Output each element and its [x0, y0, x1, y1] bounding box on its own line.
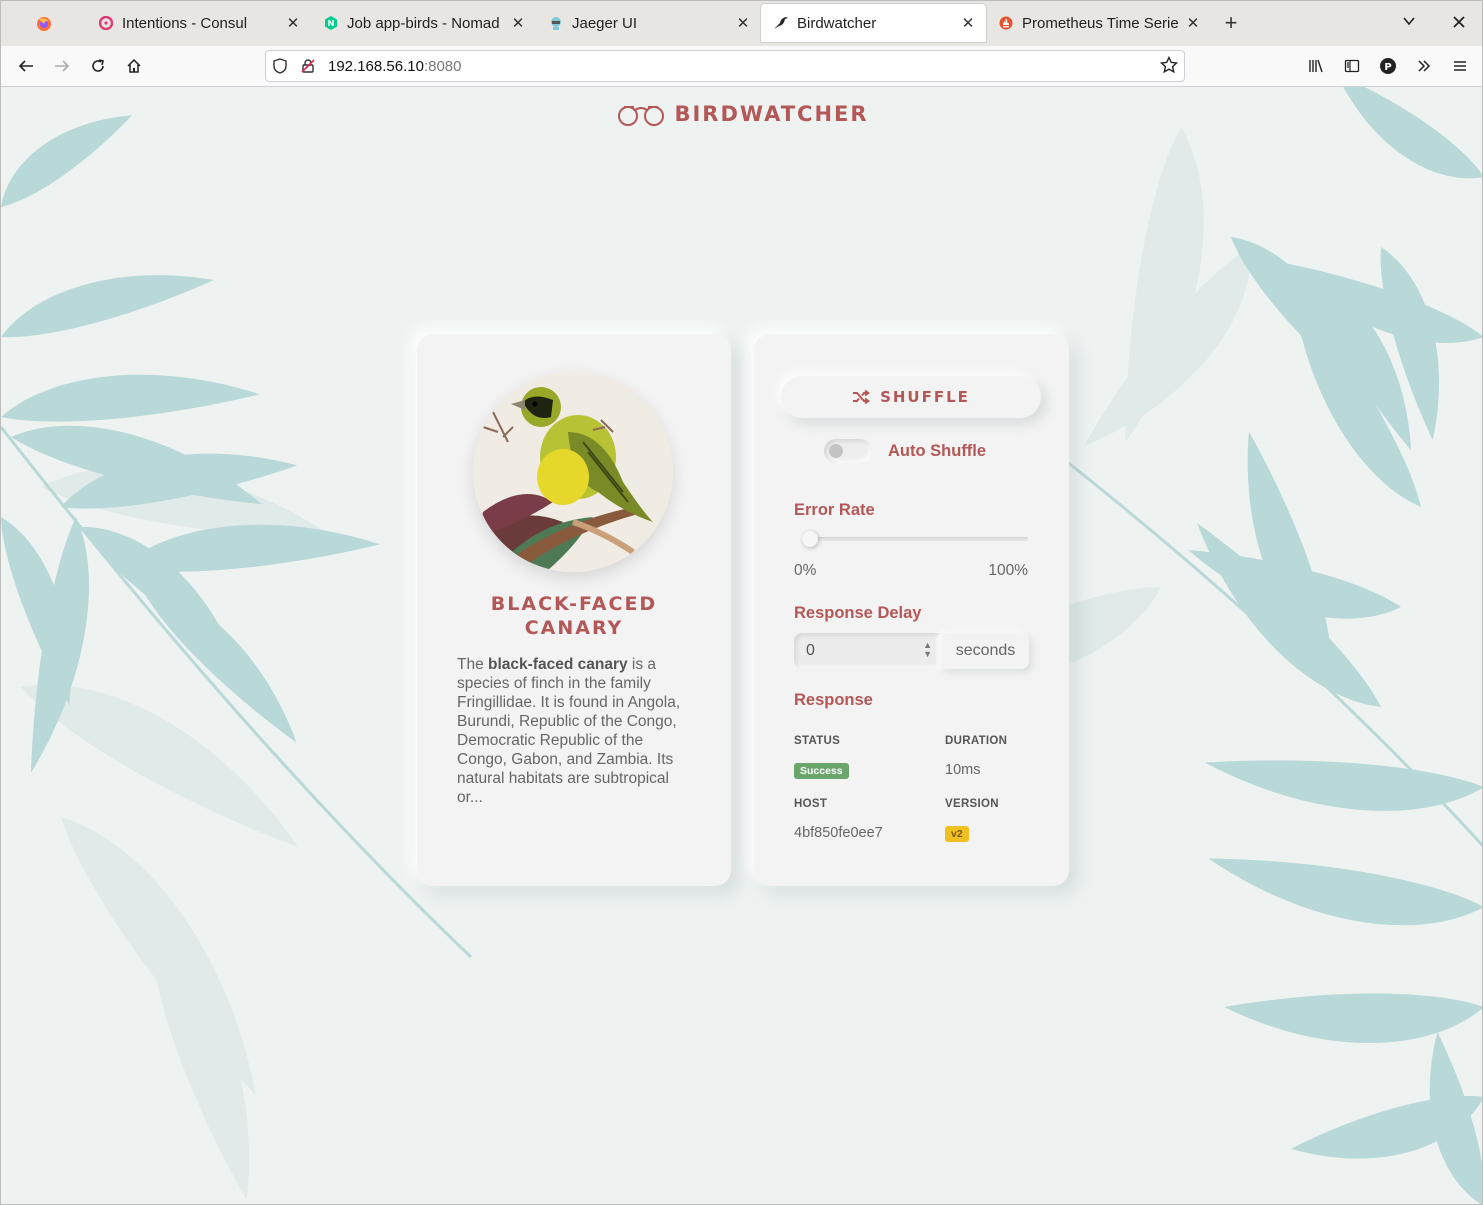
bird-image: [473, 372, 673, 572]
home-icon: [127, 58, 141, 73]
toggle-knob: [829, 444, 843, 458]
auto-shuffle-label: Auto Shuffle: [888, 441, 987, 460]
home-button[interactable]: [116, 50, 152, 82]
overflow-button[interactable]: [1406, 50, 1442, 82]
bookmark-star-icon[interactable]: [1159, 55, 1179, 78]
svg-text:P: P: [1384, 62, 1391, 73]
error-rate-slider-handle[interactable]: [802, 531, 818, 547]
close-icon[interactable]: ✕: [510, 14, 526, 32]
auto-shuffle-row: Auto Shuffle: [824, 439, 986, 463]
menu-button[interactable]: [1442, 50, 1478, 82]
binoculars-icon: [618, 106, 665, 126]
tab-consul[interactable]: Intentions - Consul ✕: [86, 4, 311, 42]
reload-icon: [92, 59, 104, 72]
url-host: 192.168.56.10: [328, 57, 424, 75]
toolbar-right: P: [1298, 50, 1478, 82]
tab-strip: Intentions - Consul ✕ Job app-birds - No…: [1, 1, 1482, 46]
library-button[interactable]: [1298, 50, 1334, 82]
close-icon[interactable]: ✕: [1185, 14, 1201, 32]
new-tab-button[interactable]: +: [1211, 4, 1251, 42]
window-controls: [1384, 1, 1482, 46]
tab-title: Jaeger UI: [572, 14, 638, 32]
close-window-button[interactable]: [1434, 15, 1482, 33]
prometheus-icon: [998, 15, 1014, 31]
forward-arrow-icon: [55, 60, 70, 72]
version-label: VERSION: [945, 798, 999, 810]
navigation-bar: 192.168.56.10:8080 P: [1, 46, 1482, 87]
brand-header: BIRDWATCHER: [1, 101, 1482, 127]
sidebar-icon: [1344, 59, 1360, 73]
bird-name: BLACK-FACED CANARY: [437, 592, 711, 640]
error-rate-max: 100%: [988, 562, 1028, 579]
tab-title: Job app-birds - Nomad: [347, 14, 500, 32]
response-delay-label: Response Delay: [794, 604, 922, 622]
tab-title: Intentions - Consul: [122, 14, 248, 32]
status-label: STATUS: [794, 735, 841, 747]
account-button[interactable]: P: [1370, 50, 1406, 82]
response-delay-unit: seconds: [942, 633, 1029, 669]
forward-button[interactable]: [44, 50, 80, 82]
error-rate-slider[interactable]: [802, 531, 1028, 547]
back-arrow-icon: [18, 60, 33, 72]
consul-icon: [98, 15, 114, 31]
auto-shuffle-toggle[interactable]: [824, 439, 872, 463]
url-port: :8080: [423, 57, 462, 75]
page-content: BIRDWATCHER BLACK-FACED CANARY The black…: [1, 87, 1482, 1204]
nomad-icon: [323, 15, 339, 31]
shuffle-label: SHUFFLE: [880, 388, 970, 406]
bird-name-line1: BLACK-FACED: [490, 593, 658, 615]
sidebar-button[interactable]: [1334, 50, 1370, 82]
desc-bold-name: black-faced canary: [488, 656, 628, 673]
error-rate-label: Error Rate: [794, 501, 875, 519]
chevron-down-icon: [1403, 17, 1415, 26]
close-icon[interactable]: ✕: [285, 14, 301, 32]
desc-prefix: The: [457, 656, 489, 673]
status-badge: Success: [794, 763, 849, 779]
bird-description: The black-faced canary is a species of f…: [457, 655, 697, 807]
reload-button[interactable]: [80, 50, 116, 82]
insecure-lock-icon[interactable]: [294, 58, 322, 74]
response-title: Response: [794, 691, 873, 709]
brand-title: BIRDWATCHER: [674, 102, 869, 126]
account-avatar-icon: P: [1380, 58, 1396, 74]
close-icon[interactable]: ✕: [735, 14, 751, 32]
address-bar[interactable]: 192.168.56.10:8080: [265, 50, 1185, 82]
duration-label: DURATION: [945, 735, 1008, 747]
tab-title: Prometheus Time Series C: [1022, 14, 1179, 32]
shield-icon[interactable]: [266, 58, 294, 74]
tab-birdwatcher[interactable]: Birdwatcher ✕: [761, 4, 986, 42]
controls-card: SHUFFLE Auto Shuffle Error Rate 0% 100% …: [754, 334, 1069, 886]
bird-card: BLACK-FACED CANARY The black-faced canar…: [417, 334, 731, 886]
firefox-view-button[interactable]: [1, 1, 86, 46]
shuffle-button[interactable]: SHUFFLE: [781, 376, 1041, 418]
library-icon: [1309, 59, 1323, 73]
number-stepper-icon[interactable]: ▲ ▼: [923, 641, 932, 659]
close-icon: [1453, 15, 1465, 28]
close-icon[interactable]: ✕: [960, 14, 976, 32]
firefox-icon: [36, 16, 51, 31]
bird-icon: [773, 15, 789, 31]
response-delay-input[interactable]: 0 ▲ ▼: [794, 633, 940, 669]
tab-nomad[interactable]: Job app-birds - Nomad ✕: [311, 4, 536, 42]
back-button[interactable]: [8, 50, 44, 82]
browser-window: Intentions - Consul ✕ Job app-birds - No…: [0, 0, 1483, 1205]
tab-prometheus[interactable]: Prometheus Time Series C ✕: [986, 4, 1211, 42]
tab-jaeger[interactable]: Jaeger UI ✕: [536, 4, 761, 42]
jaeger-icon: [548, 15, 564, 31]
bird-name-line2: CANARY: [524, 617, 624, 639]
version-badge: v2: [945, 826, 969, 842]
host-value: 4bf850fe0ee7: [794, 825, 883, 841]
shuffle-icon: [853, 390, 871, 404]
tab-title: Birdwatcher: [797, 14, 877, 32]
duration-value: 10ms: [945, 762, 981, 778]
double-chevron-right-icon: [1418, 60, 1431, 72]
palm-leaves-background: [1, 87, 1482, 1204]
list-all-tabs-button[interactable]: [1384, 14, 1434, 33]
host-label: HOST: [794, 798, 828, 810]
error-rate-min: 0%: [794, 562, 817, 579]
desc-text: is a species of finch in the family Frin…: [457, 656, 681, 806]
hamburger-menu-icon: [1454, 61, 1466, 71]
response-delay-value: 0: [806, 642, 815, 659]
